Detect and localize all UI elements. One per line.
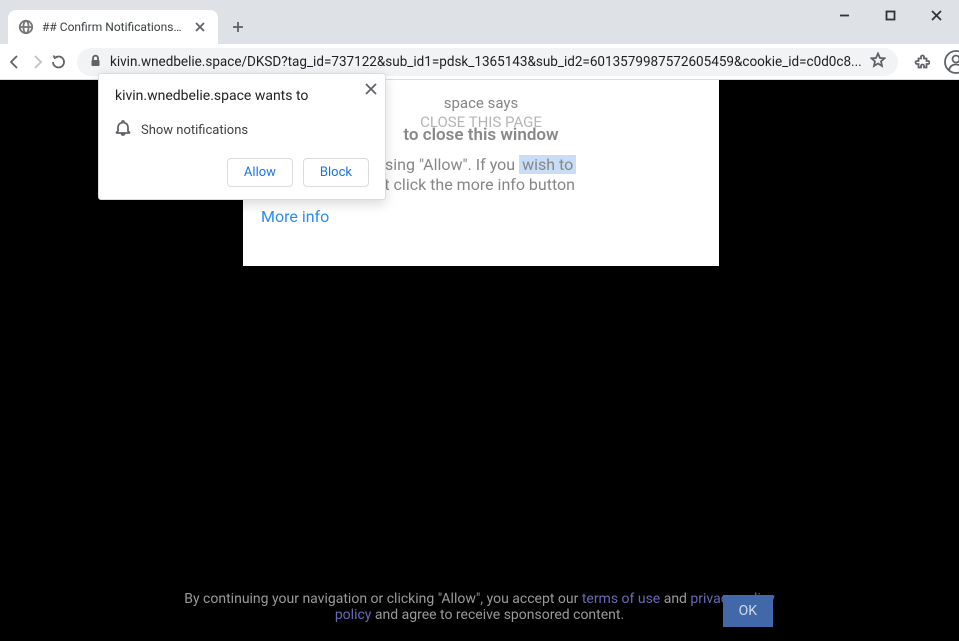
footer-line2: and agree to receive sponsored content. [371,607,624,623]
more-info-link[interactable]: More info [261,207,329,226]
tab-title: ## Confirm Notifications ## [42,20,184,34]
minimize-button[interactable] [821,0,867,30]
footer-pre: By continuing your navigation or clickin… [184,591,582,607]
popup-label: Show notifications [141,123,248,138]
cookie-footer: By continuing your navigation or clickin… [0,591,959,623]
browser-tab[interactable]: ## Confirm Notifications ## [8,10,218,44]
bell-icon [115,120,131,140]
new-tab-button[interactable] [224,13,252,41]
tabstrip: ## Confirm Notifications ## [0,8,959,44]
forward-button[interactable] [28,48,46,76]
footer-and: and [660,591,690,607]
maximize-button[interactable] [867,0,913,30]
terms-link[interactable]: terms of use [582,591,660,607]
url-text: kivin.wnedbelie.space/DKSD?tag_id=737122… [110,54,862,70]
address-bar[interactable]: kivin.wnedbelie.space/DKSD?tag_id=737122… [77,48,898,76]
notification-permission-popup: kivin.wnedbelie.space wants to Show noti… [98,73,386,200]
lock-icon [89,52,102,71]
profile-avatar[interactable] [942,48,959,76]
reload-button[interactable] [50,48,67,76]
back-button[interactable] [6,48,24,76]
tab-close-icon[interactable] [192,19,208,35]
dialog-highlight: wish to [519,155,576,174]
block-button[interactable]: Block [303,158,369,187]
bookmark-star-icon[interactable] [870,52,886,72]
allow-button[interactable]: Allow [227,158,293,187]
titlebar [0,0,959,8]
ok-button[interactable]: OK [723,595,773,627]
popup-title: kivin.wnedbelie.space wants to [115,88,369,104]
privacy-link-2[interactable]: policy [335,607,372,623]
extensions-icon[interactable] [908,48,936,76]
close-window-button[interactable] [913,0,959,30]
globe-icon [18,19,34,35]
popup-close-icon[interactable] [365,80,377,99]
